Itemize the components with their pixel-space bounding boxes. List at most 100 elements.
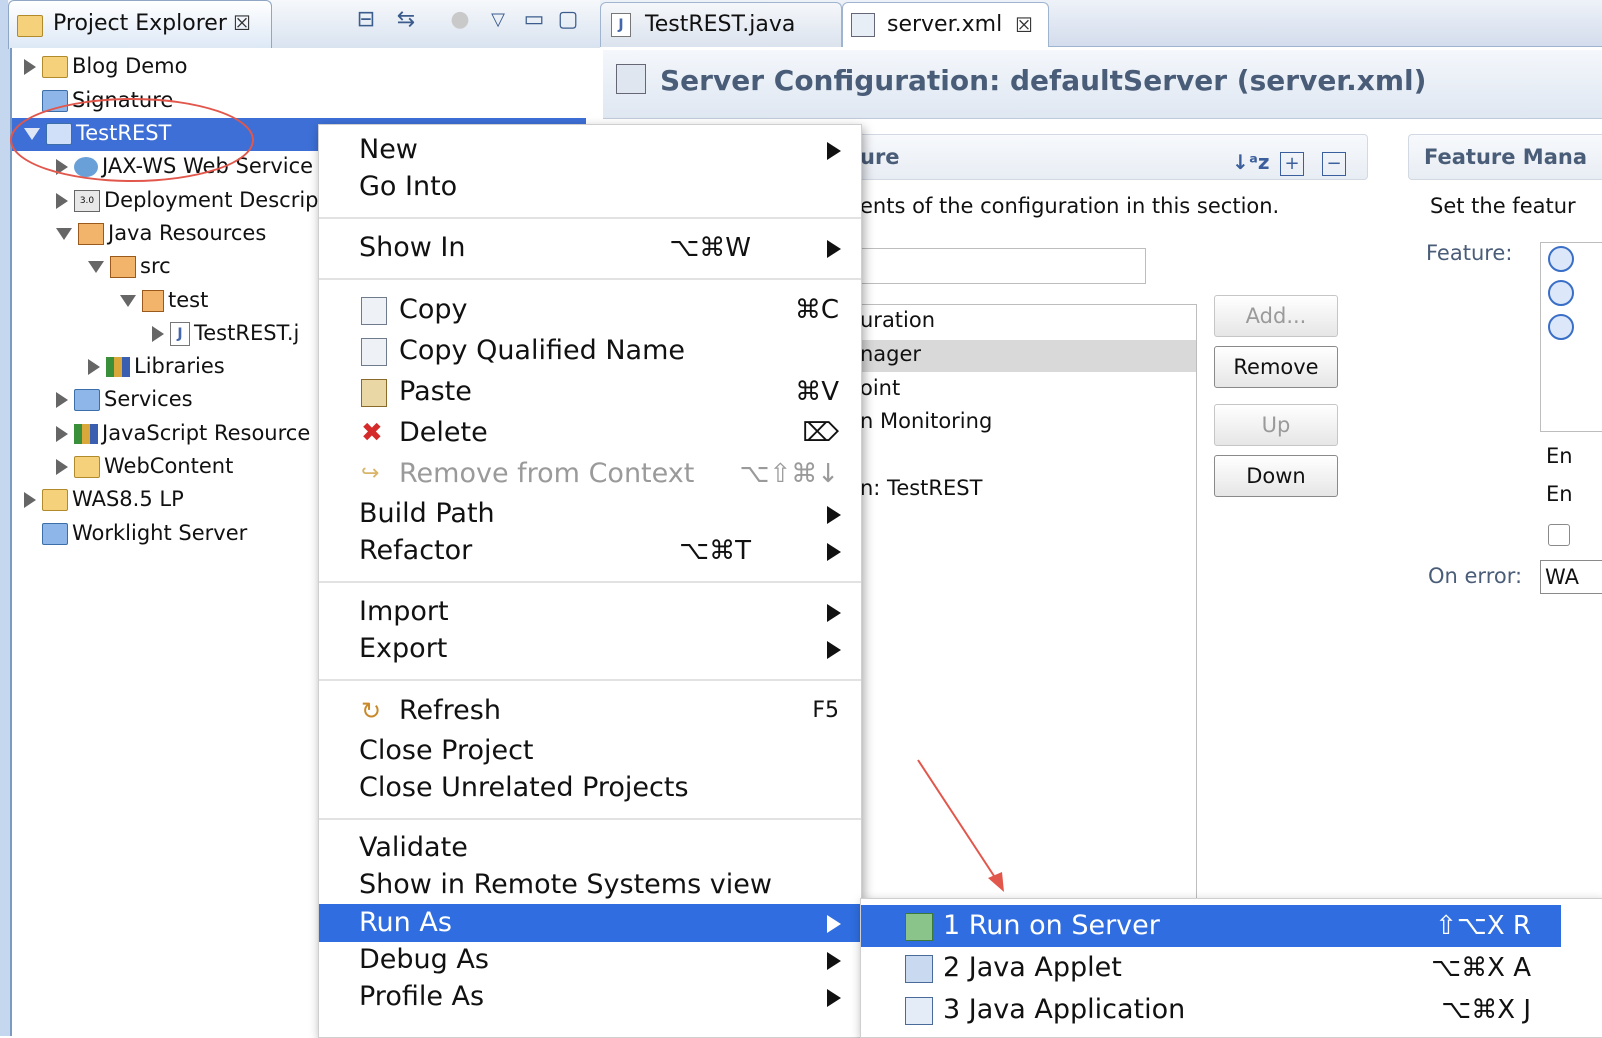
feature-list[interactable] (1540, 242, 1602, 432)
collapse-all-icon[interactable]: ⊟ (354, 8, 378, 32)
expand-arrow-icon[interactable] (56, 459, 68, 475)
filter-input[interactable] (860, 248, 1146, 284)
menu-item-new[interactable]: New (319, 131, 861, 169)
feature-section-description: Set the featur (1430, 194, 1576, 218)
tab-project-explorer[interactable]: Project Explorer ☒ (8, 0, 272, 49)
expand-arrow-icon[interactable] (56, 426, 68, 442)
collapse-all-icon[interactable]: − (1322, 152, 1346, 176)
menu-item-profile-as[interactable]: Profile As (319, 978, 861, 1016)
tree-item-worklight-server[interactable]: Worklight Server (24, 517, 247, 550)
expand-all-icon[interactable]: + (1280, 152, 1304, 176)
enable-label: En (1546, 482, 1573, 506)
tree-item-blog-demo[interactable]: Blog Demo (24, 50, 188, 83)
copy-icon (361, 297, 387, 325)
tree-item-libraries[interactable]: Libraries (88, 350, 225, 383)
close-icon[interactable]: ☒ (233, 11, 251, 35)
menu-item-close-project[interactable]: Close Project (319, 732, 861, 770)
up-button[interactable]: Up (1214, 404, 1338, 446)
submenu-arrow-icon (827, 989, 841, 1007)
menu-item-close-unrelated-projects[interactable]: Close Unrelated Projects (319, 769, 861, 807)
menu-item-refresh[interactable]: ↻ Refresh F5 (319, 692, 861, 730)
source-folder-icon (110, 256, 136, 278)
menu-item-export[interactable]: Export (319, 630, 861, 668)
menu-separator (319, 217, 861, 219)
focus-icon: ● (450, 7, 470, 32)
view-menu-icon[interactable]: ▽ (486, 8, 510, 32)
package-icon (142, 290, 164, 312)
config-tree-item[interactable]: n Monitoring (860, 409, 992, 433)
tree-item-services[interactable]: Services (56, 383, 193, 416)
menu-item-remove-from-context: ↪ Remove from Context ⌥⇧⌘↓ (361, 458, 839, 489)
menu-item-build-path[interactable]: Build Path (319, 495, 861, 533)
expand-arrow-icon[interactable] (24, 59, 36, 75)
menu-item-show-in-remote-systems[interactable]: Show in Remote Systems view (319, 866, 861, 904)
menu-item-validate[interactable]: Validate (319, 829, 861, 867)
on-error-select[interactable]: WA (1540, 560, 1602, 594)
collapse-arrow-icon[interactable] (120, 295, 136, 307)
menu-item-debug-as[interactable]: Debug As (319, 941, 861, 979)
close-icon[interactable]: ☒ (1015, 3, 1033, 47)
java-file-icon: J (170, 322, 190, 346)
project-icon (42, 489, 68, 511)
server-config-icon (616, 64, 646, 94)
maximize-icon[interactable]: ▢ (556, 8, 580, 32)
project-explorer-icon (17, 15, 43, 37)
config-tree-item[interactable]: oint (860, 376, 900, 400)
tree-item-deployment-descriptor[interactable]: 3.0 Deployment Descrip (56, 184, 319, 217)
tree-item-src[interactable]: src (88, 250, 171, 283)
submenu-arrow-icon (827, 604, 841, 622)
submenu-item-java-application[interactable]: 3 Java Application ⌥⌘X J (861, 989, 1561, 1031)
menu-item-go-into[interactable]: Go Into (319, 168, 861, 206)
paste-icon (361, 379, 387, 407)
feature-icon (1548, 280, 1574, 306)
tree-item-java-resources[interactable]: Java Resources (56, 217, 266, 250)
menu-item-copy[interactable]: Copy ⌘C (319, 291, 861, 329)
remove-button[interactable]: Remove (1214, 346, 1338, 388)
tree-item-testrest-java[interactable]: J TestREST.j (152, 317, 299, 350)
expand-arrow-icon[interactable] (24, 492, 36, 508)
tree-item-webcontent[interactable]: WebContent (56, 450, 233, 483)
feature-icon (1548, 314, 1574, 340)
feature-icon (1548, 246, 1574, 272)
expand-arrow-icon[interactable] (56, 193, 68, 209)
link-with-editor-icon[interactable]: ⇆ (394, 8, 418, 32)
config-tree-item[interactable]: uration (860, 308, 935, 332)
menu-item-import[interactable]: Import (319, 593, 861, 631)
refresh-icon: ↻ (361, 697, 382, 725)
config-section-description: ents of the configuration in this sectio… (860, 194, 1280, 218)
submenu-item-run-on-server[interactable]: 1 Run on Server ⇧⌥X R (861, 905, 1561, 947)
submenu-arrow-icon (827, 506, 841, 524)
menu-item-run-as[interactable]: Run As (319, 904, 861, 942)
config-tree-item[interactable]: nager (860, 342, 921, 366)
menu-item-paste[interactable]: Paste ⌘V (319, 373, 861, 411)
add-button[interactable]: Add... (1214, 295, 1338, 337)
tab-testrest-java[interactable]: J TestREST.java (600, 2, 842, 47)
editor-title: Server Configuration: defaultServer (ser… (660, 64, 1427, 97)
java-application-icon (905, 997, 933, 1025)
tree-item-javascript-resources[interactable]: JavaScript Resource (56, 417, 310, 450)
expand-arrow-icon[interactable] (88, 359, 100, 375)
java-file-icon: J (611, 13, 631, 37)
tab-server-xml[interactable]: server.xml ☒ (842, 2, 1049, 47)
submenu-item-java-applet[interactable]: 2 Java Applet ⌥⌘X A (861, 947, 1561, 989)
submenu-arrow-icon (827, 142, 841, 160)
menu-item-delete[interactable]: ✖ Delete ⌦ (319, 414, 861, 452)
feature-checkbox[interactable] (1548, 524, 1570, 546)
down-button[interactable]: Down (1214, 455, 1338, 497)
collapse-arrow-icon[interactable] (56, 228, 72, 240)
submenu-arrow-icon (827, 641, 841, 659)
submenu-arrow-icon (827, 952, 841, 970)
tree-item-was85-lp[interactable]: WAS8.5 LP (24, 483, 184, 516)
folder-icon (74, 456, 100, 478)
collapse-arrow-icon[interactable] (88, 261, 104, 273)
config-tree-item[interactable]: n: TestREST (860, 476, 982, 500)
minimize-icon[interactable]: ▭ (522, 8, 546, 32)
expand-arrow-icon[interactable] (152, 326, 164, 342)
menu-item-copy-qualified-name[interactable]: Copy Qualified Name (319, 332, 861, 370)
tree-item-test[interactable]: test (120, 284, 208, 317)
expand-arrow-icon[interactable] (56, 392, 68, 408)
sort-icon[interactable]: ↓ᵃz (1232, 150, 1270, 174)
menu-item-refactor[interactable]: Refactor ⌥⌘T (319, 532, 861, 570)
services-icon (74, 389, 100, 411)
menu-item-show-in[interactable]: Show In ⌥⌘W (319, 229, 861, 267)
